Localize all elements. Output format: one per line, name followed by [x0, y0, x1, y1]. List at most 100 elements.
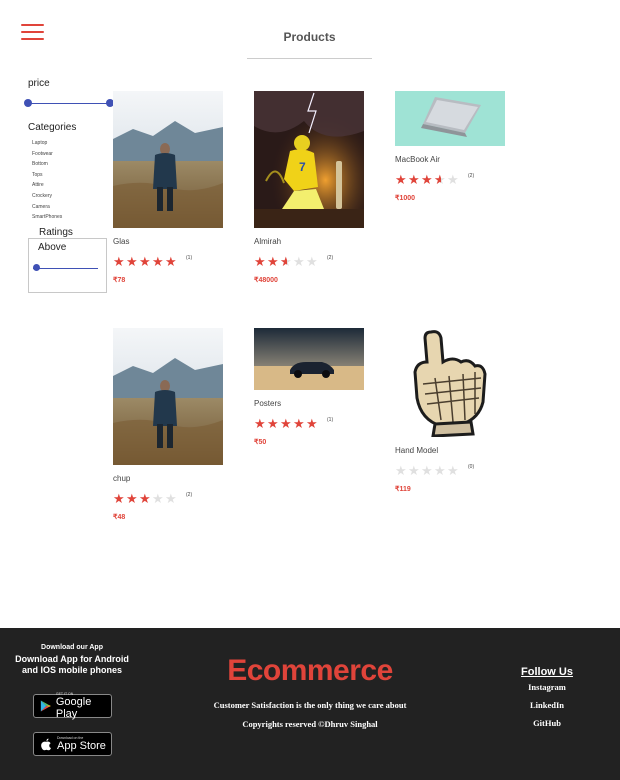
star-icon: ★ — [113, 253, 125, 269]
ratings-slider-thumb[interactable] — [33, 264, 40, 271]
star-icon: ★ — [421, 171, 433, 187]
star-icon: ★ — [293, 253, 305, 269]
brand-name: Ecommerce — [227, 654, 393, 687]
categories-title: Categories — [28, 122, 77, 133]
instagram-link[interactable]: Instagram — [507, 682, 587, 692]
hamburger-menu-icon[interactable] — [21, 22, 44, 42]
star-icon: ★ — [254, 253, 266, 269]
star-icon: ★ — [165, 490, 177, 506]
rating-stars: ★ ★ ★ ★ ★ — [113, 255, 178, 268]
category-item[interactable]: SmartPhones — [32, 212, 62, 223]
star-icon: ★ — [395, 171, 407, 187]
app-store-label: App Store — [57, 740, 106, 752]
google-play-button[interactable]: GET IT ON Google Play — [33, 692, 112, 720]
category-item[interactable]: Tops — [32, 170, 62, 181]
product-price: ₹50 — [254, 439, 267, 446]
review-count: (0) — [468, 464, 475, 470]
product-rating: ★ ★ ★ ★ ★ (0) — [395, 463, 515, 477]
category-item[interactable]: Laptop — [32, 138, 62, 149]
footer: Download our App Download App for Androi… — [0, 628, 620, 780]
app-store-button[interactable]: Download on the App Store — [33, 732, 112, 756]
star-icon: ★ — [293, 415, 305, 431]
product-image: 7 — [254, 91, 364, 228]
star-icon: ★ — [126, 490, 138, 506]
product-price: ₹1000 — [395, 195, 416, 202]
star-icon: ★ — [254, 415, 266, 431]
star-icon: ★ — [139, 253, 151, 269]
product-rating: ★ ★ ★ ★ ★ (1) — [254, 416, 374, 430]
price-slider-min-thumb[interactable] — [24, 99, 32, 107]
product-rating: ★★★★★ (2) — [395, 172, 515, 186]
download-description: Download App for Android and IOS mobile … — [15, 654, 129, 675]
google-play-label: Google Play — [55, 696, 92, 720]
star-icon: ★ — [152, 253, 164, 269]
category-item[interactable]: Camera — [32, 202, 62, 213]
review-count: (2) — [327, 255, 334, 261]
product-price: ₹119 — [395, 486, 411, 493]
follow-us-section: Follow Us Instagram LinkedIn GitHub — [507, 666, 587, 736]
star-icon: ★ — [165, 253, 177, 269]
rating-stars: ★ ★ ★ ★ ★ — [254, 255, 319, 268]
price-slider-track — [28, 103, 110, 104]
product-image — [395, 91, 505, 146]
review-count: (1) — [186, 255, 193, 261]
product-card-macbook-air[interactable]: MacBook Air ★★★★★ (2) ₹1000 — [395, 91, 515, 202]
product-image — [113, 328, 223, 465]
star-icon: ★ — [434, 462, 446, 478]
category-item[interactable]: Footwear — [32, 149, 62, 160]
product-image — [254, 328, 364, 390]
product-price: ₹48000 — [254, 277, 278, 284]
rating-stars: ★ ★ ★ ★ ★ — [113, 492, 178, 505]
category-item[interactable]: Attire — [32, 180, 62, 191]
product-rating: ★★★★★ (2) — [113, 491, 233, 505]
product-name: Almirah — [254, 237, 282, 246]
category-list: Laptop Footwear Bottom Tops Attire Crock… — [32, 138, 62, 223]
ratings-above-label: Above — [38, 242, 67, 253]
rating-stars: ★ ★ ★ ★ ★ — [395, 464, 460, 477]
review-count: (2) — [468, 173, 475, 179]
star-icon: ★ — [267, 415, 279, 431]
star-icon: ★ — [408, 171, 420, 187]
product-image — [395, 328, 505, 437]
star-icon: ★ — [280, 255, 293, 268]
google-play-icon — [40, 700, 51, 712]
star-icon: ★ — [267, 253, 279, 269]
product-name: Hand Model — [395, 446, 439, 455]
category-item[interactable]: Bottom — [32, 159, 62, 170]
price-label: price — [28, 78, 50, 89]
star-icon: ★ — [306, 253, 318, 269]
product-image — [113, 91, 223, 228]
ratings-slider-track — [33, 268, 98, 269]
price-slider[interactable] — [24, 99, 114, 109]
rating-stars: ★ ★ ★ ★ ★ — [254, 417, 319, 430]
footer-brand-section: Ecommerce Customer Satisfaction is the o… — [206, 654, 414, 730]
product-name: Posters — [254, 399, 282, 408]
ratings-filter: Ratings Above — [28, 227, 107, 293]
github-link[interactable]: GitHub — [507, 718, 587, 728]
download-heading: Download our App — [41, 644, 103, 651]
product-rating: ★★★★★ (2) — [254, 254, 374, 268]
apple-icon — [41, 738, 51, 751]
star-icon: ★ — [395, 462, 407, 478]
product-card-almirah[interactable]: 7 Almirah ★★★★★ (2) ₹48000 — [254, 91, 374, 284]
product-card-hand-model[interactable]: Hand Model ★ ★ ★ ★ ★ (0) ₹119 — [395, 328, 515, 493]
page-title: Products — [247, 30, 372, 59]
star-icon: ★ — [306, 415, 318, 431]
category-item[interactable]: Crockery — [32, 191, 62, 202]
product-card-posters[interactable]: Posters ★ ★ ★ ★ ★ (1) ₹50 — [254, 328, 374, 446]
product-card-glas[interactable]: Glas ★ ★ ★ ★ ★ (1) ₹78 — [113, 91, 233, 284]
ratings-label: Ratings — [36, 227, 76, 238]
star-icon: ★ — [421, 462, 433, 478]
product-card-chup[interactable]: chup ★ ★ ★ ★ ★ (2) ₹48 — [113, 328, 233, 521]
ratings-slider[interactable] — [33, 264, 98, 274]
star-icon: ★ — [434, 173, 447, 186]
download-app-section: Download our App Download App for Androi… — [12, 644, 132, 676]
tagline: Customer Satisfaction is the only thing … — [213, 700, 407, 710]
star-icon: ★ — [408, 462, 420, 478]
price-filter: price — [24, 78, 114, 109]
linkedin-link[interactable]: LinkedIn — [507, 700, 587, 710]
review-count: (2) — [186, 492, 193, 498]
review-count: (1) — [327, 417, 334, 423]
star-icon: ★ — [447, 171, 459, 187]
rating-stars: ★ ★ ★ ★ ★ — [395, 173, 460, 186]
